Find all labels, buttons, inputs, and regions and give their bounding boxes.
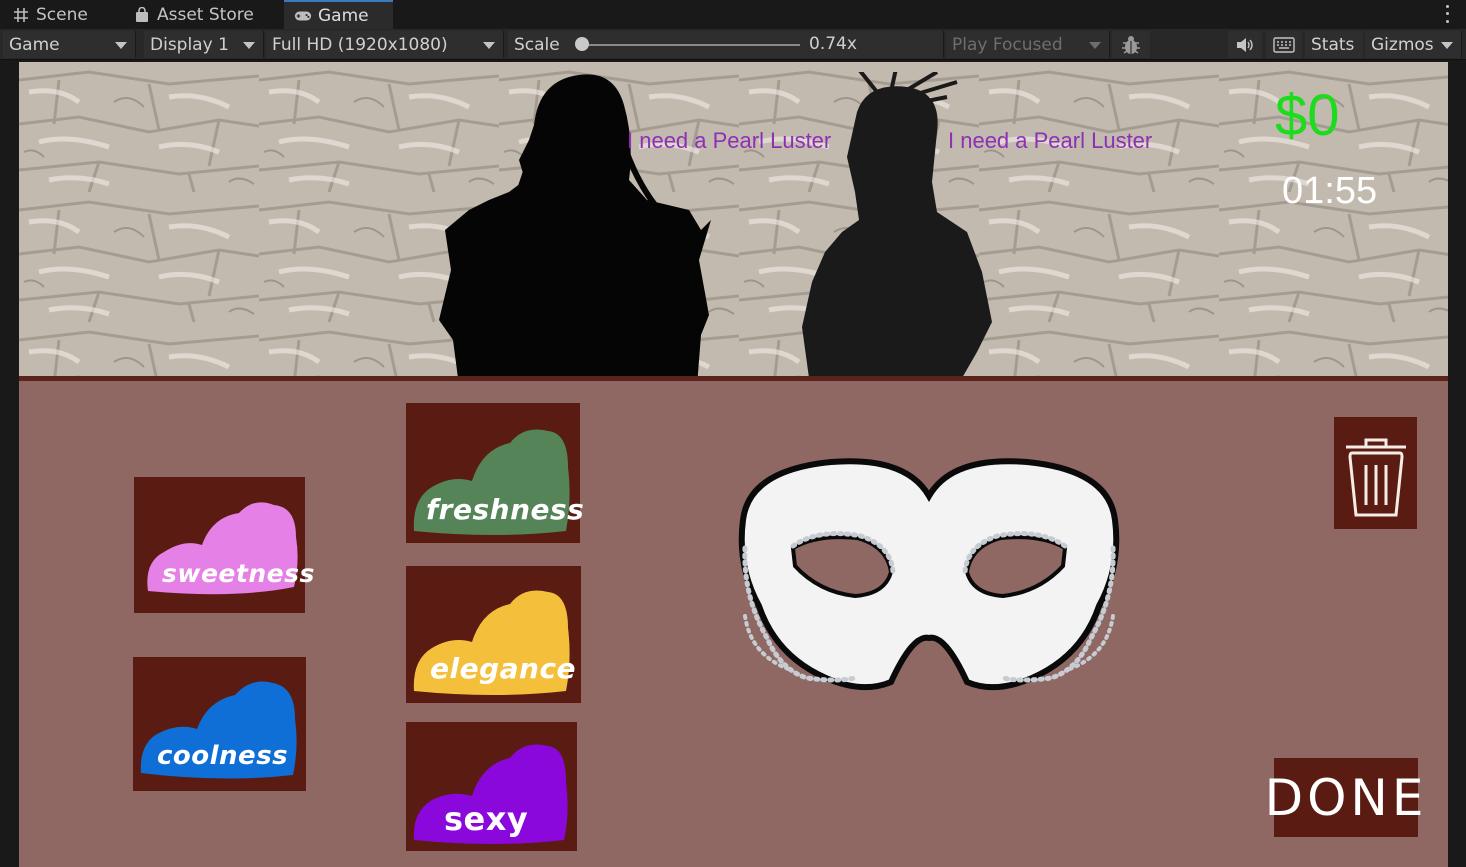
display-value: Display 1 (150, 34, 229, 55)
ingredient-label: sexy (444, 800, 529, 838)
money-counter: $0 (1275, 83, 1340, 148)
countdown-timer: 01:55 (1282, 170, 1378, 212)
ingredient-label: coolness (157, 741, 289, 771)
trash-button[interactable] (1334, 417, 1417, 529)
resolution-value: Full HD (1920x1080) (272, 34, 448, 55)
editor-tab-strip: Scene Asset Store Game (0, 0, 1466, 29)
cloud-icon (147, 502, 298, 595)
resolution-dropdown[interactable]: Full HD (1920x1080) (266, 31, 504, 58)
ingredient-label: elegance (430, 652, 577, 685)
ingredient-sexy-button[interactable]: sexy (406, 722, 577, 851)
more-options-icon[interactable] (1440, 3, 1454, 25)
grid-icon (12, 6, 30, 24)
customer-request-2: I need a Pearl Luster (948, 128, 1153, 153)
scale-slider-handle[interactable] (575, 37, 589, 51)
stats-button[interactable]: Stats (1305, 31, 1363, 58)
customer-request-1: I need a Pearl Luster (627, 128, 832, 153)
view-mode-dropdown[interactable]: Game (3, 31, 136, 58)
gamepad-icon (294, 7, 312, 25)
bag-icon (133, 6, 151, 24)
gizmos-label: Gizmos (1371, 34, 1434, 55)
shop-counter (19, 381, 1448, 867)
play-mode-value: Play Focused (952, 34, 1063, 55)
tab-label: Scene (36, 4, 88, 25)
pearl-mask-product (738, 458, 1120, 691)
bug-icon[interactable] (1112, 31, 1150, 58)
tab-label: Asset Store (157, 4, 254, 25)
keyboard-icon[interactable] (1266, 31, 1302, 58)
done-button[interactable]: DONE (1265, 758, 1423, 837)
customer-silhouette-1 (439, 74, 711, 386)
ingredient-coolness-button[interactable]: coolness (133, 657, 306, 791)
play-mode-dropdown[interactable]: Play Focused (946, 31, 1110, 58)
customer-silhouette-2 (802, 72, 992, 378)
ingredient-label: sweetness (162, 559, 315, 588)
ingredient-freshness-button[interactable]: freshness (406, 403, 584, 543)
scale-slider-track[interactable] (582, 44, 800, 46)
audio-mute-icon[interactable] (1228, 31, 1262, 58)
trash-can-icon (1346, 438, 1406, 517)
ingredient-sweetness-button[interactable]: sweetness (134, 477, 314, 613)
stats-label: Stats (1311, 34, 1355, 55)
tab-label: Game (318, 5, 369, 26)
tab-asset-store[interactable]: Asset Store (123, 0, 281, 29)
ingredient-label: freshness (426, 493, 585, 526)
tab-scene[interactable]: Scene (2, 0, 117, 29)
ingredient-elegance-button[interactable]: elegance (406, 566, 581, 703)
game-viewport[interactable]: I need a Pearl Luster I need a Pearl Lus… (19, 62, 1448, 867)
view-mode-value: Game (9, 34, 60, 55)
display-dropdown[interactable]: Display 1 (144, 31, 264, 58)
gizmos-dropdown[interactable]: Gizmos (1365, 31, 1462, 58)
scale-value: 0.74x (809, 34, 857, 54)
tab-game[interactable]: Game (284, 0, 393, 29)
scale-label: Scale (514, 34, 560, 55)
